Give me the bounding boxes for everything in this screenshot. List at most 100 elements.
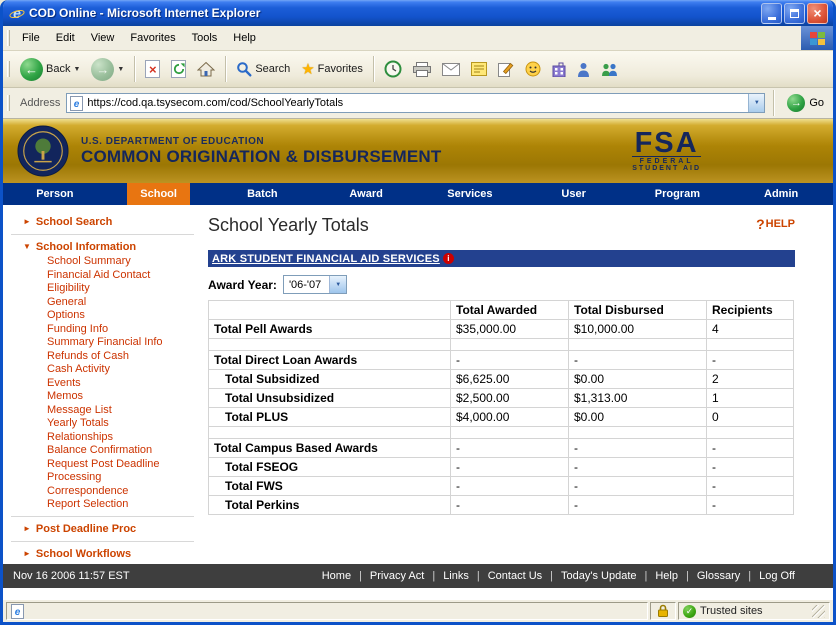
menu-bar: FileEditViewFavoritesToolsHelp bbox=[3, 26, 833, 51]
close-button[interactable]: × bbox=[807, 3, 828, 24]
info-icon[interactable]: i bbox=[443, 253, 454, 264]
nav-tab-program[interactable]: Program bbox=[626, 183, 730, 205]
sidebar-section-post-deadline-proc[interactable]: ►Post Deadline Proc bbox=[3, 521, 200, 537]
nav-tab-batch[interactable]: Batch bbox=[211, 183, 315, 205]
sidebar-section-school-search[interactable]: ►School Search bbox=[3, 214, 200, 230]
nav-tab-services[interactable]: Services bbox=[418, 183, 522, 205]
go-button[interactable]: → Go bbox=[782, 94, 829, 112]
sidebar-link-memos[interactable]: Memos bbox=[3, 390, 200, 404]
discuss-button[interactable] bbox=[466, 59, 492, 79]
favorites-star-icon: ★ bbox=[301, 62, 314, 77]
print-button[interactable] bbox=[408, 59, 436, 80]
address-input[interactable]: e https://cod.qa.tsysecom.com/cod/School… bbox=[66, 93, 765, 113]
footer-link-glossary[interactable]: Glossary bbox=[697, 570, 740, 582]
site-banner: U.S. DEPARTMENT OF EDUCATION COMMON ORIG… bbox=[3, 119, 833, 183]
profile-button[interactable] bbox=[572, 59, 595, 80]
footer-link-links[interactable]: Links bbox=[443, 570, 469, 582]
toolbar-grip bbox=[7, 61, 10, 77]
sidebar-link-events[interactable]: Events bbox=[3, 377, 200, 391]
sidebar-link-report-selection[interactable]: Report Selection bbox=[3, 498, 200, 512]
edit-button[interactable] bbox=[493, 58, 519, 80]
messenger-button[interactable] bbox=[596, 59, 623, 80]
forward-button[interactable]: → ▼ bbox=[86, 55, 129, 84]
menu-item-file[interactable]: File bbox=[14, 28, 48, 48]
back-button[interactable]: ← Back ▼ bbox=[15, 55, 85, 84]
sidebar-link-refunds-of-cash[interactable]: Refunds of Cash bbox=[3, 350, 200, 364]
dropdown-arrow-icon[interactable]: ▼ bbox=[329, 276, 346, 293]
resize-grip[interactable] bbox=[812, 605, 825, 618]
sidebar-link-school-summary[interactable]: School Summary bbox=[3, 255, 200, 269]
cell-value: $6,625.00 bbox=[451, 370, 569, 389]
footer-link-today-s-update[interactable]: Today's Update bbox=[561, 570, 636, 582]
row-label: Total Perkins bbox=[209, 496, 451, 515]
search-icon bbox=[236, 61, 252, 77]
address-label: Address bbox=[20, 97, 60, 109]
sidebar-link-summary-financial-info[interactable]: Summary Financial Info bbox=[3, 336, 200, 350]
yearly-totals-table: Total AwardedTotal DisbursedRecipients T… bbox=[208, 300, 794, 515]
toolbar-separator bbox=[373, 56, 374, 82]
pencil-page-icon bbox=[498, 61, 514, 77]
nav-tab-award[interactable]: Award bbox=[314, 183, 418, 205]
sidebar-link-relationships[interactable]: Relationships bbox=[3, 431, 200, 445]
nav-tab-label: Award bbox=[336, 183, 395, 205]
sidebar-link-message-list[interactable]: Message List bbox=[3, 404, 200, 418]
menu-item-view[interactable]: View bbox=[83, 28, 123, 48]
minimize-button[interactable] bbox=[761, 3, 782, 24]
sidebar-link-financial-aid-contact[interactable]: Financial Aid Contact bbox=[3, 269, 200, 283]
home-icon bbox=[197, 61, 215, 77]
nav-tab-label: Services bbox=[434, 183, 505, 205]
address-dropdown-button[interactable]: ▼ bbox=[748, 94, 764, 112]
table-row: Total PLUS$4,000.00$0.000 bbox=[209, 408, 794, 427]
browser-window: e COD Online - Microsoft Internet Explor… bbox=[0, 0, 836, 625]
menu-item-tools[interactable]: Tools bbox=[184, 28, 226, 48]
favorites-button[interactable]: ★ Favorites bbox=[296, 59, 368, 80]
status-main-panel: e bbox=[6, 602, 648, 620]
menu-item-edit[interactable]: Edit bbox=[48, 28, 83, 48]
status-lock-panel bbox=[650, 602, 676, 620]
forward-dropdown-icon: ▼ bbox=[117, 66, 124, 73]
mail-button[interactable] bbox=[437, 60, 465, 79]
sidebar-link-correspondence[interactable]: Correspondence bbox=[3, 485, 200, 499]
sidebar-link-request-post-deadline[interactable]: Request Post Deadline bbox=[3, 458, 200, 472]
sidebar-link-options[interactable]: Options bbox=[3, 309, 200, 323]
menu-item-favorites[interactable]: Favorites bbox=[122, 28, 183, 48]
sidebar-link-funding-info[interactable]: Funding Info bbox=[3, 323, 200, 337]
search-button[interactable]: Search bbox=[231, 58, 295, 80]
sidebar-link-general[interactable]: General bbox=[3, 296, 200, 310]
footer-link-log-off[interactable]: Log Off bbox=[759, 570, 795, 582]
home-button[interactable] bbox=[192, 58, 220, 80]
footer-link-privacy-act[interactable]: Privacy Act bbox=[370, 570, 424, 582]
menu-item-help[interactable]: Help bbox=[225, 28, 264, 48]
help-link[interactable]: ? HELP bbox=[756, 217, 795, 231]
cell-value: $4,000.00 bbox=[451, 408, 569, 427]
award-year-select[interactable]: '06-'07 ▼ bbox=[283, 275, 347, 294]
sidebar-link-balance-confirmation[interactable]: Balance Confirmation bbox=[3, 444, 200, 458]
history-button[interactable] bbox=[379, 57, 407, 81]
sidebar-link-processing[interactable]: Processing bbox=[3, 471, 200, 485]
nav-tab-person[interactable]: Person bbox=[3, 183, 107, 205]
footer-link-help[interactable]: Help bbox=[655, 570, 678, 582]
sidebar-section-label: School Information bbox=[36, 241, 136, 253]
nav-tab-school[interactable]: School bbox=[107, 183, 211, 205]
msn-button[interactable] bbox=[547, 59, 571, 80]
footer-link-home[interactable]: Home bbox=[322, 570, 351, 582]
sidebar-section-school-information[interactable]: ▼School Information bbox=[3, 239, 200, 255]
column-header bbox=[209, 301, 451, 320]
sidebar-section-school-workflows[interactable]: ►School Workflows bbox=[3, 546, 200, 562]
refresh-button[interactable] bbox=[166, 57, 191, 81]
row-label: Total Campus Based Awards bbox=[209, 439, 451, 458]
nav-tab-user[interactable]: User bbox=[522, 183, 626, 205]
table-row: Total Direct Loan Awards--- bbox=[209, 351, 794, 370]
footer-link-contact-us[interactable]: Contact Us bbox=[488, 570, 542, 582]
stop-button[interactable]: × bbox=[140, 57, 165, 81]
sidebar-link-cash-activity[interactable]: Cash Activity bbox=[3, 363, 200, 377]
sidebar-link-eligibility[interactable]: Eligibility bbox=[3, 282, 200, 296]
address-grip bbox=[7, 95, 10, 111]
footer-timestamp: Nov 16 2006 11:57 EST bbox=[13, 570, 130, 582]
maximize-button[interactable] bbox=[784, 3, 805, 24]
row-label: Total PLUS bbox=[209, 408, 451, 427]
messenger-smiley-button[interactable] bbox=[520, 58, 546, 80]
sidebar-link-yearly-totals[interactable]: Yearly Totals bbox=[3, 417, 200, 431]
nav-tab-admin[interactable]: Admin bbox=[729, 183, 833, 205]
school-link[interactable]: ARK STUDENT FINANCIAL AID SERVICES bbox=[212, 253, 440, 265]
